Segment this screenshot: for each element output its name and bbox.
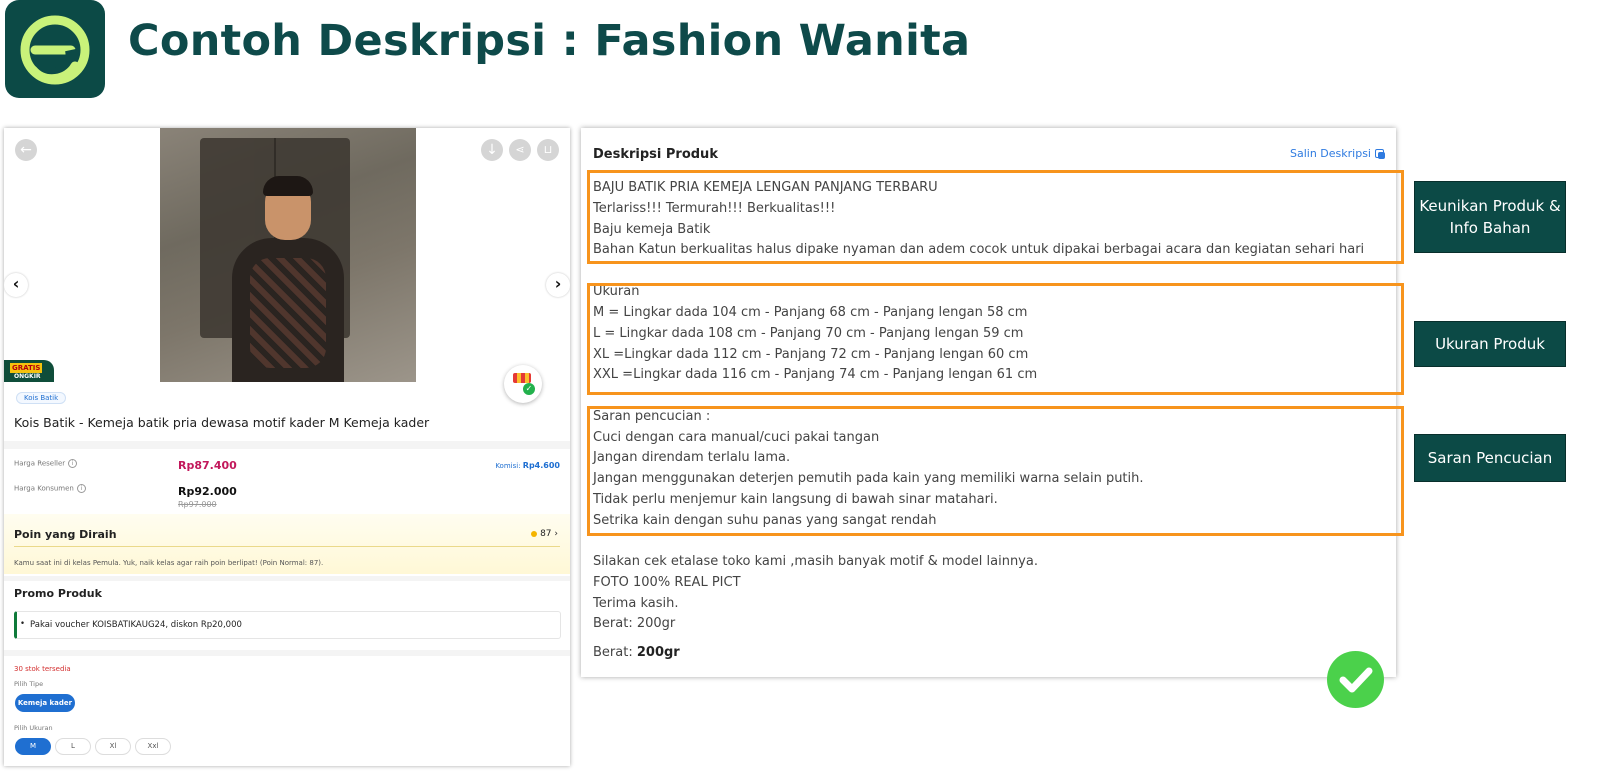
points-divider [14, 546, 560, 547]
description-line: Silakan cek etalase toko kami ,masih ban… [593, 554, 1038, 569]
product-hero: ← ↓ ⋖ ⊔ ‹ › GRATIS ONGKIR [4, 128, 570, 382]
description-line: FOTO 100% REAL PICT [593, 575, 741, 590]
tag-washing: Saran Pencucian [1414, 434, 1566, 482]
cart-icon[interactable]: ⊔ [537, 139, 559, 161]
promo-item: Pakai voucher KOISBATIKAUG24, diskon Rp2… [20, 619, 242, 630]
model-figure [232, 238, 344, 382]
type-option-chip[interactable]: Kemeja kader [15, 694, 75, 712]
coin-icon [531, 530, 538, 537]
prev-image-arrow-icon[interactable]: ‹ [4, 273, 28, 297]
consumer-price-label: Harga Konsumen i [14, 484, 86, 493]
size-chip-xxl[interactable]: Xxl [135, 738, 171, 755]
brand-logo [5, 0, 105, 98]
e-logo-icon [20, 15, 90, 85]
weight-value: 200gr [636, 645, 680, 660]
description-line: Berat: 200gr [593, 616, 676, 631]
commission-value: Rp4.600 [522, 461, 560, 470]
product-photo [160, 128, 416, 382]
tag-size: Ukuran Produk [1414, 321, 1566, 367]
points-note: Kamu saat ini di kelas Pemula. Yuk, naik… [14, 559, 324, 567]
weight-field: Berat: 200gr [593, 645, 680, 660]
promo-title: Promo Produk [14, 587, 102, 600]
download-icon[interactable]: ↓ [481, 139, 503, 161]
points-title: Poin yang Diraih [14, 528, 117, 541]
size-chip-l[interactable]: L [55, 738, 91, 755]
checkmark-icon [1339, 667, 1373, 693]
free-shipping-line2: ONGKIR [14, 373, 41, 380]
chevron-right-icon: › [554, 529, 558, 539]
type-label: Pilih Tipe [14, 680, 44, 688]
copy-icon [1375, 148, 1386, 160]
model-hair [263, 176, 313, 196]
consumer-price: Rp92.000 [178, 485, 237, 498]
section-divider [4, 441, 570, 449]
highlight-box-uniqueness [587, 170, 1404, 264]
highlight-box-size [587, 283, 1404, 395]
check-circle-icon [1327, 651, 1384, 708]
back-arrow-icon[interactable]: ← [15, 139, 37, 161]
points-value[interactable]: 87 › [531, 529, 558, 539]
description-line: Terima kasih. [593, 596, 679, 611]
stock-text: 30 stok tersedia [14, 665, 71, 673]
check-icon: ✓ [523, 383, 535, 395]
free-shipping-badge: GRATIS ONGKIR [4, 360, 54, 382]
slide-title: Contoh Deskripsi : Fashion Wanita [128, 16, 971, 66]
product-page-screenshot: ← ↓ ⋖ ⊔ ‹ › GRATIS ONGKIR ✓ Kois Batik K… [4, 128, 570, 766]
product-name: Kois Batik - Kemeja batik pria dewasa mo… [14, 415, 430, 430]
verified-store-icon[interactable]: ✓ [504, 365, 542, 403]
consumer-price-original: Rp97.000 [178, 500, 217, 509]
next-image-arrow-icon[interactable]: › [546, 273, 570, 297]
reseller-price-label: Harga Reseller i [14, 459, 78, 468]
store-chip[interactable]: Kois Batik [16, 392, 67, 404]
size-chip-m[interactable]: M [15, 738, 51, 755]
share-icon[interactable]: ⋖ [509, 139, 531, 161]
section-divider [4, 576, 570, 581]
copy-description-button[interactable]: Salin Deskripsi [1290, 147, 1386, 160]
commission: Komisi: Rp4.600 [495, 461, 560, 470]
info-icon[interactable]: i [76, 484, 86, 493]
size-chip-xl[interactable]: Xl [95, 738, 131, 755]
description-title: Deskripsi Produk [593, 147, 718, 162]
reseller-price: Rp87.400 [178, 459, 237, 472]
info-icon[interactable]: i [68, 459, 78, 468]
size-label: Pilih Ukuran [14, 724, 53, 732]
tag-uniqueness: Keunikan Produk & Info Bahan [1414, 181, 1566, 253]
highlight-box-washing [587, 406, 1404, 536]
section-divider [4, 650, 570, 656]
store-awning-icon [513, 373, 531, 383]
